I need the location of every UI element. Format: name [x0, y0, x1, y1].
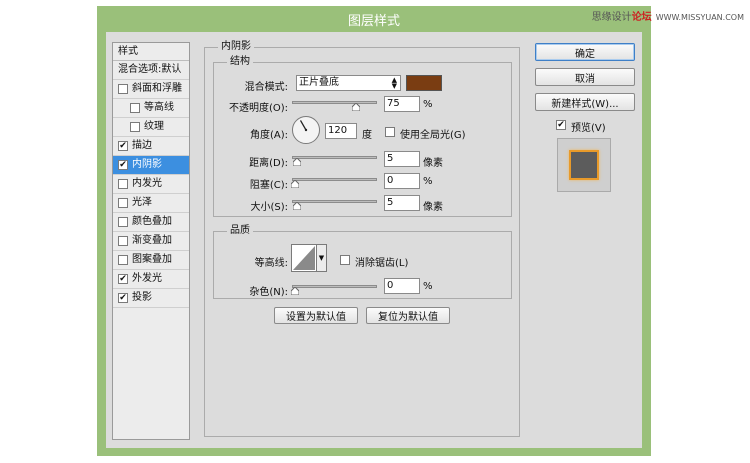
style-list-label: 内发光	[132, 178, 162, 189]
global-light-checkbox[interactable]	[385, 127, 395, 137]
style-list-label: 颜色叠加	[132, 216, 172, 227]
quality-title: 品质	[227, 225, 253, 237]
choke-slider[interactable]	[292, 178, 377, 181]
style-list-label: 描边	[132, 140, 152, 151]
style-list-item[interactable]: 斜面和浮雕	[113, 80, 189, 99]
style-list-checkbox[interactable]	[118, 217, 128, 227]
style-list-item[interactable]: 混合选项:默认	[113, 61, 189, 80]
distance-slider-thumb[interactable]	[293, 158, 301, 166]
style-list-item[interactable]: 内发光	[113, 175, 189, 194]
preview-label: 预览(V)	[571, 123, 606, 134]
style-list-header[interactable]: 样式	[113, 43, 189, 61]
style-preview	[557, 138, 611, 192]
style-list-checkbox[interactable]	[118, 84, 128, 94]
antialias-label: 消除锯齿(L)	[355, 258, 409, 269]
style-list-checkbox[interactable]: ✔	[118, 141, 128, 151]
contour-picker[interactable]	[291, 244, 317, 272]
style-list-checkbox[interactable]	[130, 122, 140, 132]
distance-unit: 像素	[423, 158, 443, 169]
style-list-label: 投影	[132, 292, 152, 303]
style-list-checkbox[interactable]	[118, 255, 128, 265]
opacity-slider-thumb[interactable]	[351, 103, 360, 111]
contour-label: 等高线:	[254, 258, 288, 269]
style-list-label: 光泽	[132, 197, 152, 208]
opacity-label: 不透明度(O):	[228, 103, 288, 114]
choke-input[interactable]: 0	[384, 173, 420, 189]
blend-color-swatch[interactable]	[406, 75, 442, 91]
opacity-unit: %	[423, 99, 433, 110]
style-list-checkbox[interactable]: ✔	[118, 274, 128, 284]
antialias-checkbox[interactable]	[340, 255, 350, 265]
ok-button[interactable]: 确定	[535, 43, 635, 61]
choke-slider-thumb[interactable]	[291, 180, 299, 188]
new-style-button[interactable]: 新建样式(W)...	[535, 93, 635, 111]
style-list-checkbox[interactable]: ✔	[118, 293, 128, 303]
contour-curve-icon	[293, 246, 315, 270]
size-unit: 像素	[423, 202, 443, 213]
contour-dropdown-icon[interactable]: ▼	[317, 244, 327, 272]
style-list-item[interactable]: 图案叠加	[113, 251, 189, 270]
style-list-label: 图案叠加	[132, 254, 172, 265]
preview-checkbox[interactable]: ✔	[556, 120, 566, 130]
watermark-url: WWW.MISSYUAN.COM	[655, 13, 744, 22]
style-list-checkbox[interactable]	[118, 198, 128, 208]
noise-input[interactable]: 0	[384, 278, 420, 294]
style-list-label: 等高线	[144, 102, 174, 113]
blend-mode-value: 正片叠底	[299, 77, 339, 88]
watermark-brand: 思缘设计	[591, 12, 632, 23]
distance-label: 距离(D):	[249, 158, 288, 169]
distance-input[interactable]: 5	[384, 151, 420, 167]
watermark-badge: 论坛	[631, 12, 652, 23]
watermark: 思缘设计论坛 WWW.MISSYUAN.COM	[592, 8, 744, 23]
blend-mode-label: 混合模式:	[244, 82, 288, 93]
global-light-label: 使用全局光(G)	[400, 130, 466, 141]
style-list-item[interactable]: 等高线	[113, 99, 189, 118]
opacity-input[interactable]: 75	[384, 96, 420, 112]
style-list-item[interactable]: ✔ 描边	[113, 137, 189, 156]
style-list-checkbox[interactable]: ✔	[118, 160, 128, 170]
structure-title: 结构	[227, 56, 253, 68]
choke-label: 阻塞(C):	[249, 180, 288, 191]
style-list-label: 内阴影	[132, 159, 162, 170]
size-input[interactable]: 5	[384, 195, 420, 211]
make-default-button[interactable]: 设置为默认值	[274, 307, 358, 324]
reset-default-button[interactable]: 复位为默认值	[366, 307, 450, 324]
angle-unit: 度	[362, 130, 372, 141]
size-slider[interactable]	[292, 200, 377, 203]
choke-unit: %	[423, 176, 433, 187]
style-list-checkbox[interactable]	[118, 179, 128, 189]
cancel-button[interactable]: 取消	[535, 68, 635, 86]
size-slider-thumb[interactable]	[293, 202, 301, 210]
style-list-item[interactable]: 纹理	[113, 118, 189, 137]
preview-swatch	[569, 150, 599, 180]
angle-dial[interactable]	[291, 115, 321, 145]
size-label: 大小(S):	[250, 202, 288, 213]
style-list-item[interactable]: ✔ 内阴影	[113, 156, 189, 175]
noise-unit: %	[423, 281, 433, 292]
distance-slider[interactable]	[292, 156, 377, 159]
style-list-item[interactable]: ✔ 投影	[113, 289, 189, 308]
dialog-title: 图层样式	[347, 13, 400, 29]
style-list-item[interactable]: ✔ 外发光	[113, 270, 189, 289]
inner-shadow-title: 内阴影	[218, 41, 254, 53]
style-list-label: 纹理	[144, 121, 164, 132]
noise-slider-thumb[interactable]	[291, 287, 299, 295]
style-list-item[interactable]: 渐变叠加	[113, 232, 189, 251]
style-list-label: 外发光	[132, 273, 162, 284]
select-arrows-icon: ▲ ▼	[391, 76, 397, 90]
style-list-label: 混合选项:默认	[118, 64, 182, 75]
style-list: 样式 混合选项:默认斜面和浮雕等高线纹理 ✔ 描边 ✔ 内阴影内发光光泽颜色叠加渐变叠加…	[112, 42, 190, 440]
blend-mode-select[interactable]: 正片叠底 ▲ ▼	[296, 75, 401, 91]
style-list-checkbox[interactable]	[118, 236, 128, 246]
style-list-label: 渐变叠加	[132, 235, 172, 246]
style-list-item[interactable]: 光泽	[113, 194, 189, 213]
style-list-checkbox[interactable]	[130, 103, 140, 113]
style-list-label: 斜面和浮雕	[132, 83, 182, 94]
noise-label: 杂色(N):	[249, 287, 288, 298]
angle-label: 角度(A):	[249, 130, 288, 141]
opacity-slider[interactable]	[292, 101, 377, 104]
style-list-item[interactable]: 颜色叠加	[113, 213, 189, 232]
noise-slider[interactable]	[292, 285, 377, 288]
angle-input[interactable]: 120	[325, 123, 357, 139]
